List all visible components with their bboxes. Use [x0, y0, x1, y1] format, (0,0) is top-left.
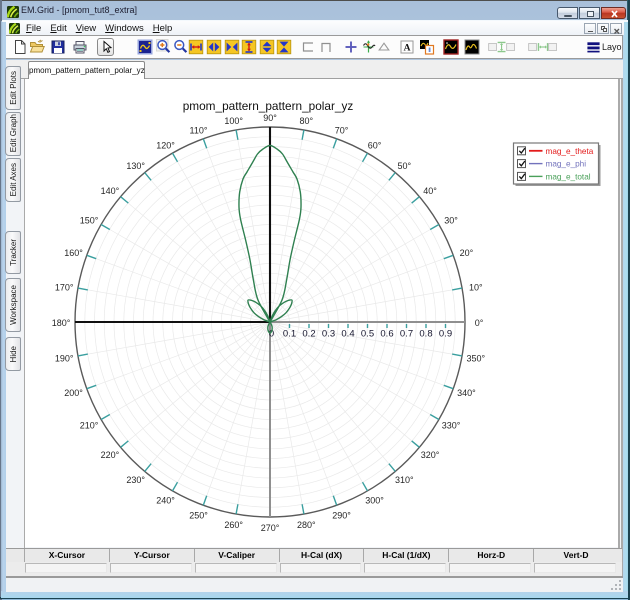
svg-text:330°: 330°	[442, 421, 461, 431]
svg-text:40°: 40°	[423, 186, 437, 196]
svg-text:200°: 200°	[64, 388, 83, 398]
svg-text:mag_e_total: mag_e_total	[546, 172, 591, 181]
svg-text:240°: 240°	[156, 496, 175, 506]
svg-text:pmom_pattern_pattern_polar_yz: pmom_pattern_pattern_polar_yz	[183, 99, 354, 113]
svg-text:320°: 320°	[421, 450, 440, 460]
svg-text:250°: 250°	[189, 511, 208, 521]
svg-text:30°: 30°	[444, 216, 458, 226]
svg-text:120°: 120°	[156, 141, 175, 151]
svg-text:0.1: 0.1	[283, 329, 296, 340]
svg-text:0.4: 0.4	[341, 329, 354, 340]
svg-text:0.6: 0.6	[380, 329, 393, 340]
svg-text:150°: 150°	[80, 216, 99, 226]
svg-text:180°: 180°	[52, 318, 71, 328]
svg-text:10°: 10°	[469, 282, 483, 292]
svg-text:160°: 160°	[64, 248, 83, 258]
svg-text:0.8: 0.8	[419, 329, 432, 340]
svg-text:220°: 220°	[101, 450, 120, 460]
svg-text:0°: 0°	[475, 318, 484, 328]
svg-text:110°: 110°	[190, 125, 208, 135]
svg-text:80°: 80°	[299, 116, 313, 126]
svg-text:230°: 230°	[126, 475, 145, 485]
svg-text:300°: 300°	[365, 496, 384, 506]
svg-text:0.2: 0.2	[302, 329, 315, 340]
svg-text:290°: 290°	[332, 511, 351, 521]
svg-text:350°: 350°	[466, 354, 485, 364]
svg-text:0.9: 0.9	[439, 329, 452, 340]
svg-text:140°: 140°	[101, 186, 120, 196]
svg-text:0.7: 0.7	[400, 329, 413, 340]
svg-text:70°: 70°	[335, 125, 349, 135]
svg-text:310°: 310°	[395, 475, 414, 485]
svg-text:260°: 260°	[224, 520, 243, 530]
svg-text:190°: 190°	[55, 354, 74, 364]
svg-text:50°: 50°	[397, 161, 411, 171]
svg-text:210°: 210°	[80, 421, 99, 431]
svg-text:270°: 270°	[261, 523, 280, 533]
svg-text:90°: 90°	[263, 113, 277, 123]
svg-text:130°: 130°	[126, 161, 145, 171]
svg-text:340°: 340°	[457, 388, 476, 398]
svg-text:A: A	[404, 44, 411, 54]
svg-text:60°: 60°	[368, 141, 382, 151]
svg-text:100°: 100°	[224, 116, 243, 126]
svg-text:280°: 280°	[297, 520, 316, 530]
svg-text:20°: 20°	[460, 248, 474, 258]
svg-text:170°: 170°	[55, 282, 74, 292]
svg-text:mag_e_theta: mag_e_theta	[546, 147, 594, 156]
svg-text:mag_e_phi: mag_e_phi	[546, 160, 587, 169]
svg-text:0.5: 0.5	[361, 329, 374, 340]
svg-text:0.3: 0.3	[322, 329, 335, 340]
